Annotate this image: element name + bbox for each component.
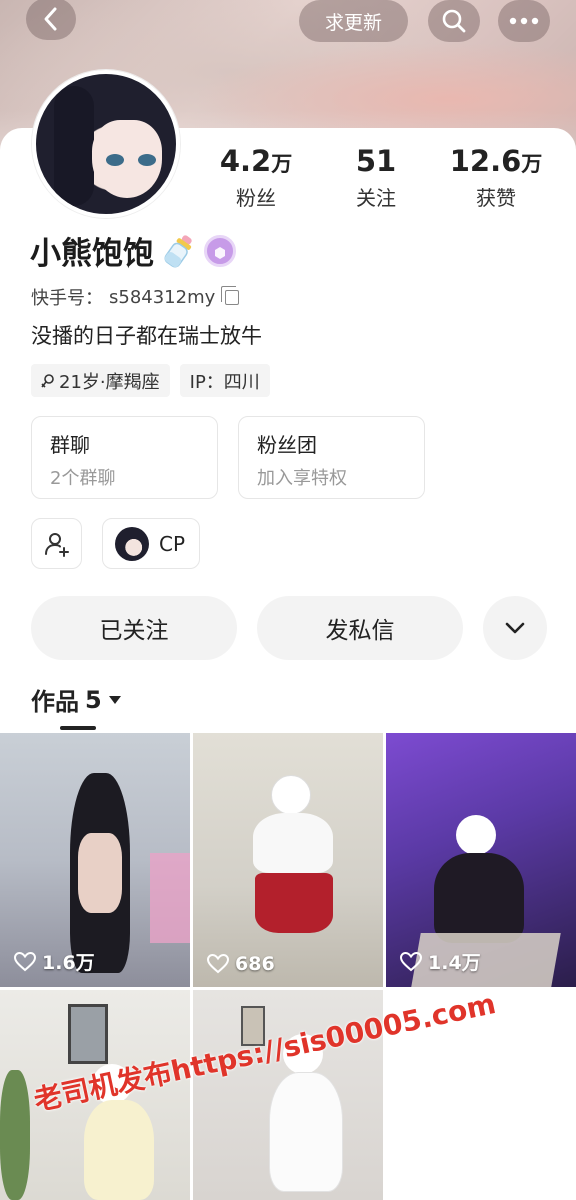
- followed-label: 已关注: [99, 618, 169, 644]
- avatar-eye: [106, 154, 124, 166]
- action-buttons: 已关注 发私信: [31, 596, 547, 660]
- like-count-text: 1.4万: [428, 952, 481, 974]
- more-button[interactable]: [498, 0, 550, 42]
- profile-bio: 没播的日子都在瑞士放牛: [31, 324, 262, 348]
- like-count: 1.6万: [14, 948, 95, 975]
- add-friend-button[interactable]: [31, 518, 82, 569]
- group-card-title: 粉丝团: [257, 433, 317, 457]
- like-count-text: 686: [235, 953, 275, 975]
- works-count: 5: [85, 685, 102, 714]
- social-row: CP: [31, 518, 201, 569]
- profile-stats: 4.2万 粉丝 51 关注 12.6万 获赞: [196, 144, 556, 211]
- profile-name-row: 小熊饱饱: [30, 228, 236, 273]
- stat-value: 12.6: [449, 144, 522, 178]
- stat-likes[interactable]: 12.6万 获赞: [436, 144, 556, 211]
- more-dots-icon: [509, 17, 539, 25]
- level-badge-icon[interactable]: [204, 234, 236, 267]
- heart-icon: [400, 951, 422, 971]
- group-card-subtitle: 加入享特权: [257, 468, 347, 489]
- tag-age-zodiac: 21岁·摩羯座: [31, 364, 170, 397]
- user-id-label: 快手号：: [31, 288, 103, 309]
- stat-followers[interactable]: 4.2万 粉丝: [196, 144, 316, 211]
- group-card-subtitle: 2个群聊: [50, 468, 116, 489]
- cp-avatar: [115, 526, 149, 561]
- search-icon: [442, 9, 466, 33]
- avatar-hair: [54, 86, 94, 206]
- like-count: 1.4万: [400, 948, 481, 975]
- profile-name: 小熊饱饱: [30, 236, 154, 272]
- more-options-button[interactable]: [483, 596, 547, 660]
- chevron-left-icon: [44, 7, 57, 31]
- stat-label: 获赞: [476, 186, 516, 210]
- video-tile[interactable]: 686: [193, 733, 383, 987]
- avatar-eye: [138, 154, 156, 166]
- group-card-title: 群聊: [50, 433, 90, 457]
- request-update-button[interactable]: 求更新: [299, 0, 408, 42]
- video-figure: [253, 813, 333, 873]
- cp-button[interactable]: CP: [102, 518, 201, 569]
- video-figure: [84, 1100, 154, 1200]
- send-message-label: 发私信: [325, 618, 395, 644]
- caret-down-icon: [108, 695, 121, 704]
- video-tile[interactable]: 1.4万: [386, 733, 576, 987]
- copy-icon[interactable]: [221, 285, 240, 305]
- video-decor: [150, 853, 190, 943]
- request-update-label: 求更新: [324, 11, 382, 34]
- back-button[interactable]: [26, 0, 76, 40]
- heart-icon: [14, 951, 36, 971]
- group-cards: 群聊 2个群聊 粉丝团 加入享特权: [31, 416, 425, 499]
- video-figure: [255, 873, 333, 933]
- tag-ip-location: IP：四川: [179, 364, 270, 397]
- video-face-blur: [456, 815, 496, 855]
- video-figure: [78, 833, 122, 913]
- profile-tags: 21岁·摩羯座 IP：四川: [31, 364, 270, 397]
- works-label: 作品: [31, 688, 79, 716]
- tab-indicator: [60, 726, 96, 730]
- like-count: 686: [207, 953, 275, 975]
- add-user-icon: [44, 532, 69, 557]
- video-face-blur: [271, 775, 311, 815]
- send-message-button[interactable]: 发私信: [257, 596, 463, 660]
- video-decor: [68, 1004, 108, 1064]
- tag-text: IP：四川: [189, 371, 260, 393]
- cp-label: CP: [159, 531, 186, 556]
- stat-unit: 万: [271, 152, 293, 176]
- user-id-row: 快手号： s584312my: [31, 284, 240, 310]
- user-id-value: s584312my: [109, 286, 216, 308]
- fan-club-card[interactable]: 粉丝团 加入享特权: [238, 416, 425, 499]
- chevron-down-icon: [505, 622, 525, 634]
- video-figure: [269, 1072, 343, 1192]
- video-tile[interactable]: 1.6万: [0, 733, 190, 987]
- heart-icon: [207, 954, 229, 974]
- video-decor: [0, 1070, 30, 1200]
- group-chat-card[interactable]: 群聊 2个群聊: [31, 416, 218, 499]
- stat-value: 51: [355, 144, 397, 178]
- video-figure: [434, 853, 524, 943]
- tag-text: 21岁·摩羯座: [59, 371, 160, 393]
- like-count-text: 1.6万: [42, 952, 95, 974]
- stat-unit: 万: [521, 152, 543, 176]
- followed-button[interactable]: 已关注: [31, 596, 237, 660]
- stat-label: 关注: [356, 186, 396, 210]
- stat-value: 4.2: [219, 144, 272, 178]
- gender-female-icon: [41, 373, 54, 388]
- search-button[interactable]: [428, 0, 480, 42]
- stat-label: 粉丝: [236, 186, 276, 210]
- tab-works[interactable]: 作品 5: [31, 682, 122, 717]
- baby-bottle-icon: [162, 232, 196, 270]
- avatar[interactable]: [32, 70, 180, 218]
- stat-following[interactable]: 51 关注: [316, 144, 436, 211]
